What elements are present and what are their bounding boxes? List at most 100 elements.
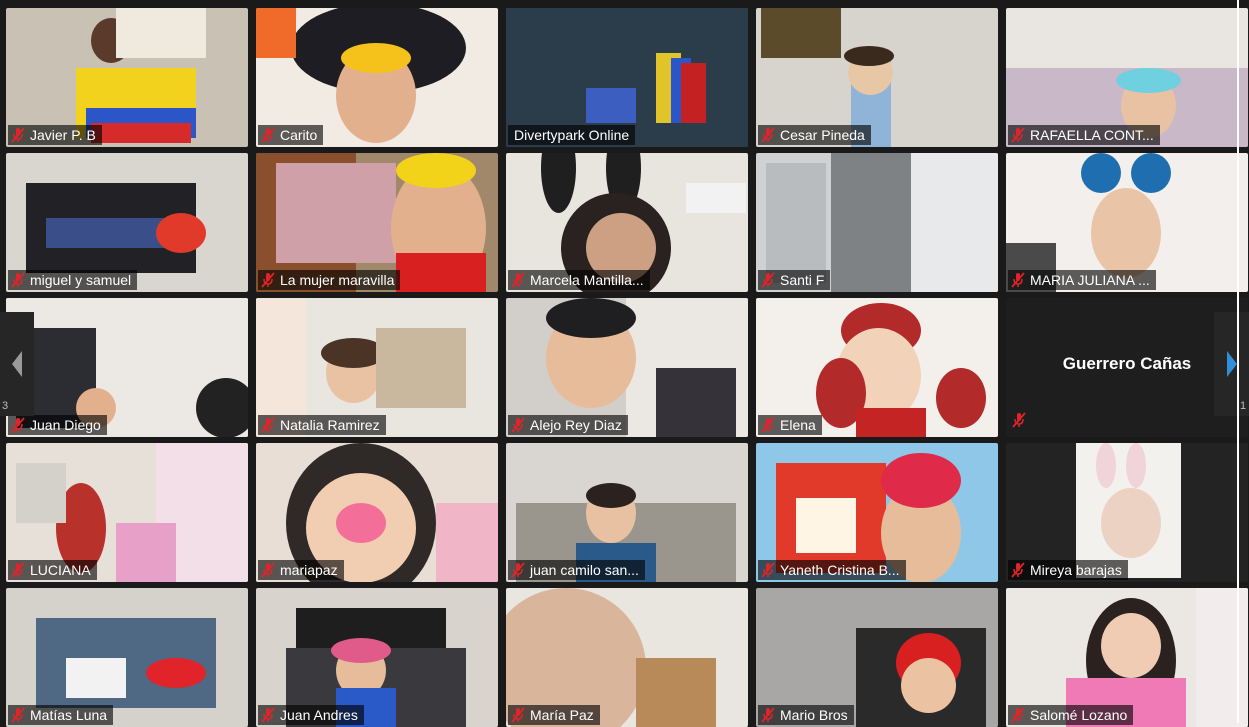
muted-mic-icon bbox=[261, 562, 275, 578]
participant-name-label: Salomé Lozano bbox=[1008, 705, 1134, 725]
muted-mic-icon bbox=[1011, 562, 1025, 578]
participant-name: Salomé Lozano bbox=[1030, 707, 1128, 723]
participant-tile[interactable]: Natalia Ramirez bbox=[256, 298, 498, 437]
participant-tile[interactable]: mariapaz bbox=[256, 443, 498, 582]
participant-name-label: mariapaz bbox=[258, 560, 344, 580]
muted-mic-icon bbox=[11, 127, 25, 143]
muted-mic-icon bbox=[761, 417, 775, 433]
participant-name-label: Javier P. B bbox=[8, 125, 102, 145]
muted-mic-icon bbox=[261, 272, 275, 288]
video-shape bbox=[66, 658, 126, 698]
video-shape bbox=[116, 523, 176, 582]
muted-mic-icon bbox=[761, 562, 775, 578]
video-shape bbox=[586, 88, 636, 123]
muted-mic-icon bbox=[511, 707, 525, 723]
participant-name-label: miguel y samuel bbox=[8, 270, 138, 290]
video-shape bbox=[1101, 613, 1161, 678]
video-shape bbox=[156, 213, 206, 253]
muted-mic-icon bbox=[261, 127, 275, 143]
muted-mic-icon bbox=[1011, 272, 1025, 288]
video-shape bbox=[901, 658, 956, 713]
video-shape bbox=[341, 43, 411, 73]
video-shape bbox=[1081, 153, 1121, 193]
participant-tile[interactable]: Mario Bros bbox=[756, 588, 998, 727]
video-shape bbox=[276, 163, 396, 263]
participant-tile[interactable]: Divertypark Online bbox=[506, 8, 748, 147]
muted-mic-icon bbox=[511, 272, 525, 288]
participant-tile[interactable]: Juan Andres bbox=[256, 588, 498, 727]
participant-tile[interactable]: Carito bbox=[256, 8, 498, 147]
video-shape bbox=[831, 153, 911, 292]
participant-tile[interactable]: miguel y samuel bbox=[6, 153, 248, 292]
video-shape bbox=[856, 408, 926, 437]
participant-name-label: Alejo Rey Diaz bbox=[508, 415, 628, 435]
participant-tile[interactable]: Javier P. B bbox=[6, 8, 248, 147]
video-shape bbox=[1126, 443, 1146, 488]
muted-mic-icon bbox=[511, 562, 525, 578]
participant-tile[interactable]: MARIA JULIANA ... bbox=[1006, 153, 1248, 292]
participant-tile[interactable]: Yaneth Cristina B... bbox=[756, 443, 998, 582]
participant-tile[interactable]: Salomé Lozano bbox=[1006, 588, 1248, 727]
participant-name-label: Cesar Pineda bbox=[758, 125, 871, 145]
video-shape bbox=[761, 8, 841, 58]
muted-mic-icon bbox=[11, 707, 25, 723]
participant-tile[interactable]: María Paz bbox=[506, 588, 748, 727]
muted-mic-icon bbox=[761, 127, 775, 143]
participant-tile[interactable]: Alejo Rey Diaz bbox=[506, 298, 748, 437]
participant-tile[interactable]: Cesar Pineda bbox=[756, 8, 998, 147]
participant-tile[interactable]: Juan Diego bbox=[6, 298, 248, 437]
participant-name-label: MARIA JULIANA ... bbox=[1008, 270, 1156, 290]
video-shape bbox=[1131, 153, 1171, 193]
mic-status bbox=[1012, 412, 1026, 433]
video-shape bbox=[331, 638, 391, 663]
participant-name: Cesar Pineda bbox=[780, 127, 865, 143]
participant-name: LUCIANA bbox=[30, 562, 91, 578]
video-shape bbox=[936, 368, 986, 428]
muted-mic-icon bbox=[1011, 707, 1025, 723]
video-shape bbox=[881, 453, 961, 508]
participant-tile[interactable]: LUCIANA bbox=[6, 443, 248, 582]
participant-tile[interactable]: juan camilo san... bbox=[506, 443, 748, 582]
participant-tile[interactable]: Elena bbox=[756, 298, 998, 437]
participant-name-label: Carito bbox=[258, 125, 324, 145]
participant-name: Elena bbox=[780, 417, 816, 433]
muted-mic-icon bbox=[261, 417, 275, 433]
participant-name-label: LUCIANA bbox=[8, 560, 97, 580]
video-shape bbox=[541, 153, 576, 213]
participant-name: miguel y samuel bbox=[30, 272, 132, 288]
participant-tile[interactable]: Marcela Mantilla... bbox=[506, 153, 748, 292]
participant-name-label: Mario Bros bbox=[758, 705, 854, 725]
muted-mic-icon bbox=[1011, 127, 1025, 143]
participant-tile[interactable]: RAFAELLA CONT... bbox=[1006, 8, 1248, 147]
video-shape bbox=[546, 298, 636, 338]
participant-name: Carito bbox=[280, 127, 318, 143]
muted-mic-icon bbox=[11, 272, 25, 288]
participant-name-label: Mireya barajas bbox=[1008, 560, 1128, 580]
participant-display-name: Guerrero Cañas bbox=[1062, 354, 1192, 373]
participant-name: Divertypark Online bbox=[514, 127, 630, 143]
video-shape bbox=[396, 253, 486, 292]
video-shape bbox=[656, 368, 736, 437]
participant-tile[interactable]: La mujer maravilla bbox=[256, 153, 498, 292]
window-edge bbox=[1237, 0, 1239, 723]
video-shape bbox=[336, 503, 386, 543]
video-shape bbox=[1096, 443, 1116, 488]
participant-name: Javier P. B bbox=[30, 127, 96, 143]
participant-tile[interactable]: Matías Luna bbox=[6, 588, 248, 727]
video-shape bbox=[686, 183, 746, 213]
video-shape bbox=[256, 8, 296, 58]
participant-tile[interactable]: Guerrero Cañas bbox=[1006, 298, 1248, 437]
participant-name-label: Santi F bbox=[758, 270, 831, 290]
participant-name: Matías Luna bbox=[30, 707, 108, 723]
participant-name-label: RAFAELLA CONT... bbox=[1008, 125, 1160, 145]
participant-name: Alejo Rey Diaz bbox=[530, 417, 622, 433]
participant-name: Marcela Mantilla... bbox=[530, 272, 644, 288]
participant-tile[interactable]: Santi F bbox=[756, 153, 998, 292]
participant-name: juan camilo san... bbox=[530, 562, 639, 578]
participant-name-label: Juan Diego bbox=[8, 415, 107, 435]
video-shape bbox=[91, 123, 191, 143]
video-shape bbox=[376, 328, 466, 408]
participant-tile[interactable]: Mireya barajas bbox=[1006, 443, 1248, 582]
participant-name: La mujer maravilla bbox=[280, 272, 395, 288]
video-shape bbox=[1196, 588, 1248, 727]
